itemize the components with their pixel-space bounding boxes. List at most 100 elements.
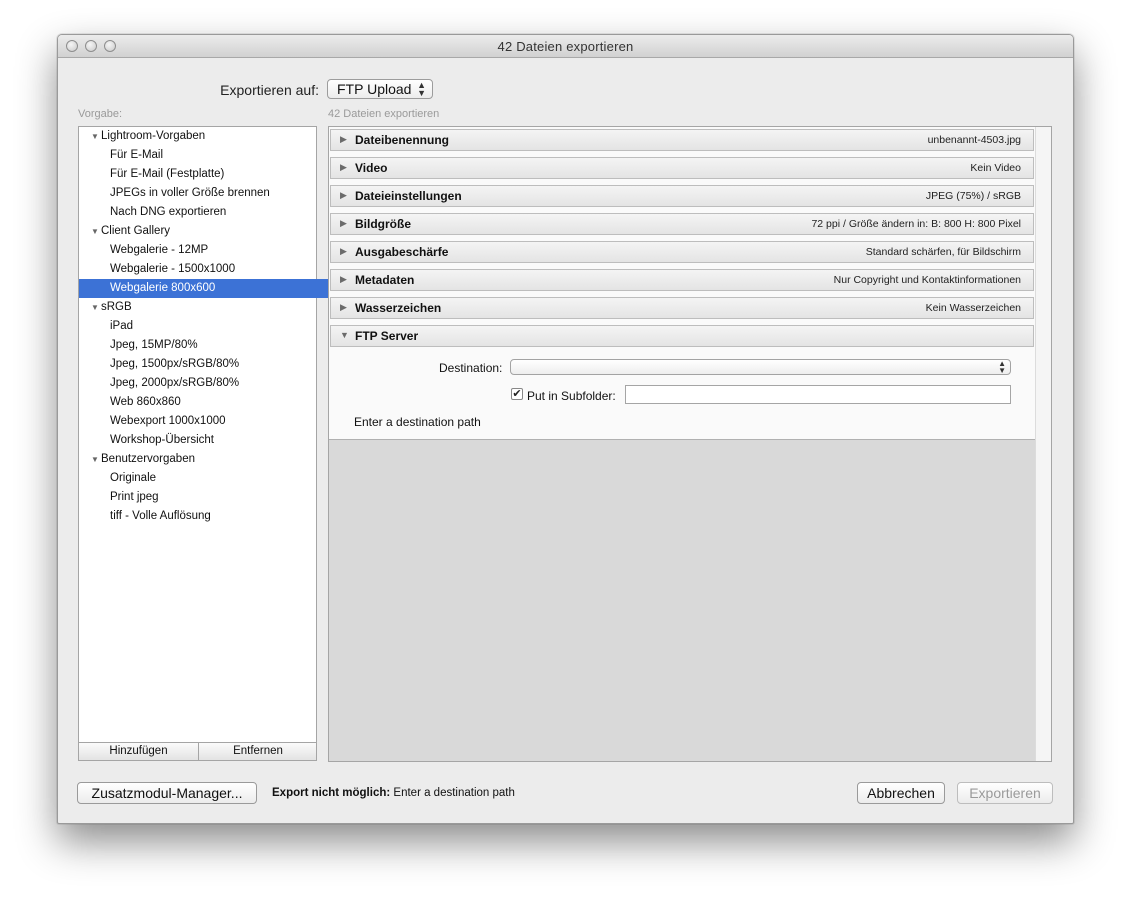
updown-arrows-icon: ▲ ▼: [417, 80, 426, 98]
section-summary: Standard schärfen, für Bildschirm: [865, 246, 1021, 258]
section-title: Ausgabeschärfe: [355, 245, 449, 259]
preset-item[interactable]: JPEGs in voller Größe brennen: [79, 184, 347, 203]
section-header[interactable]: ▶ Ausgabeschärfe Standard schärfen, für Bi…: [330, 241, 1034, 263]
section-header[interactable]: ▶ Metadaten Nur Copyright und Kontaktinfor…: [330, 269, 1034, 291]
preset-label: Für E-Mail: [110, 149, 164, 161]
add-preset-button[interactable]: Hinzufügen: [79, 743, 199, 760]
section-header[interactable]: ▶ Dateieinstellungen JPEG (75%) / sRGB: [330, 185, 1034, 207]
preset-item[interactable]: tiff - Volle Auflösung: [79, 507, 347, 526]
preset-label: Originale: [110, 472, 157, 484]
export-status-message: Enter a destination path: [393, 787, 515, 799]
preset-label: Für E-Mail (Festplatte): [110, 168, 225, 180]
section-summary: 72 ppi / Größe ändern in: B: 800 H: 800 …: [811, 218, 1021, 230]
preset-item[interactable]: Jpeg, 15MP/80%: [79, 336, 347, 355]
panel-header: 42 Dateien exportieren: [328, 108, 440, 120]
disclosure-collapsed-icon[interactable]: ▶: [340, 190, 347, 201]
preset-label: Print jpeg: [110, 491, 159, 503]
disclosure-collapsed-icon[interactable]: ▶: [340, 218, 347, 229]
disclosure-triangle-icon[interactable]: ▼: [91, 127, 101, 146]
window-title: 42 Dateien exportieren: [497, 39, 634, 54]
export-status-label: Export nicht möglich:: [272, 787, 391, 799]
preset-item[interactable]: Workshop-Übersicht: [79, 431, 347, 450]
section-header[interactable]: ▶ Wasserzeichen Kein Wasserzeichen: [330, 297, 1034, 319]
preset-list-buttons: Hinzufügen Entfernen: [78, 742, 317, 761]
export-target-select[interactable]: FTP Upload ▲ ▼: [327, 79, 433, 99]
section-title: Video: [355, 161, 388, 175]
preset-folder[interactable]: ▼ Client Gallery: [79, 222, 328, 241]
settings-sections: Destination: ▲ ▼ ✔ Put in Subfolder: Ente…: [329, 127, 1036, 440]
preset-item[interactable]: Print jpeg: [79, 488, 347, 507]
preset-item[interactable]: Webgalerie 800x600: [79, 279, 347, 298]
preset-label: Web 860x860: [110, 396, 181, 408]
preset-label: Webexport 1000x1000: [110, 415, 226, 427]
preset-label: Webgalerie 800x600: [110, 282, 216, 294]
export-button[interactable]: Exportieren: [957, 782, 1053, 804]
preset-item[interactable]: Jpeg, 1500px/sRGB/80%: [79, 355, 347, 374]
preset-label: Client Gallery: [101, 225, 171, 237]
disclosure-triangle-icon[interactable]: ▼: [91, 222, 101, 241]
section-title: Dateibenennung: [355, 133, 450, 147]
section-summary: Kein Video: [970, 162, 1021, 174]
preset-label: Benutzervorgaben: [101, 453, 195, 465]
destination-hint: Enter a destination path: [354, 415, 481, 429]
plugin-manager-button[interactable]: Zusatzmodul-Manager...: [77, 782, 257, 804]
disclosure-collapsed-icon[interactable]: ▶: [340, 162, 347, 173]
disclosure-expanded-icon[interactable]: ▼: [340, 330, 349, 340]
subfolder-checkbox[interactable]: ✔: [511, 388, 523, 400]
subfolder-input[interactable]: [625, 385, 1011, 404]
section-summary: JPEG (75%) / sRGB: [925, 190, 1021, 202]
export-dialog: 42 Dateien exportieren Exportieren auf: …: [57, 34, 1074, 824]
disclosure-collapsed-icon[interactable]: ▶: [340, 246, 347, 257]
section-summary: unbenannt-4503.jpg: [927, 134, 1021, 146]
section-title: Metadaten: [355, 273, 415, 287]
preset-item[interactable]: Webgalerie - 1500x1000: [79, 260, 347, 279]
disclosure-triangle-icon[interactable]: ▼: [91, 298, 101, 317]
disclosure-collapsed-icon[interactable]: ▶: [340, 274, 347, 285]
section-summary: Nur Copyright und Kontaktinformationen: [833, 274, 1021, 286]
destination-select[interactable]: ▲ ▼: [510, 359, 1011, 375]
section-title: Dateieinstellungen: [355, 189, 462, 203]
section-header[interactable]: ▶ Video Kein Video: [330, 157, 1034, 179]
preset-item[interactable]: Für E-Mail: [79, 146, 347, 165]
title-bar: 42 Dateien exportieren: [58, 35, 1073, 58]
section-header[interactable]: ▼ FTP Server: [330, 325, 1034, 347]
preset-folder[interactable]: ▼ Benutzervorgaben: [79, 450, 328, 469]
section-header[interactable]: ▶ Bildgröße 72 ppi / Größe ändern in: B: 8…: [330, 213, 1034, 235]
preset-item[interactable]: Web 860x860: [79, 393, 347, 412]
preset-item[interactable]: iPad: [79, 317, 347, 336]
export-target-row: Exportieren auf: FTP Upload ▲ ▼: [58, 79, 1073, 101]
preset-label: Jpeg, 15MP/80%: [110, 339, 198, 351]
updown-arrows-icon: ▲ ▼: [998, 359, 1006, 375]
preset-list[interactable]: ▼ Lightroom-Vorgaben Für E-Mail Für E-Mail …: [78, 126, 347, 743]
remove-preset-button[interactable]: Entfernen: [199, 743, 317, 760]
disclosure-collapsed-icon[interactable]: ▶: [340, 302, 347, 313]
preset-label: Jpeg, 2000px/sRGB/80%: [110, 377, 240, 389]
section-title: FTP Server: [355, 329, 419, 343]
disclosure-collapsed-icon[interactable]: ▶: [340, 134, 347, 145]
cancel-button[interactable]: Abbrechen: [857, 782, 945, 804]
preset-item[interactable]: Jpeg, 2000px/sRGB/80%: [79, 374, 347, 393]
preset-label: iPad: [110, 320, 134, 332]
export-status: Export nicht möglich: Enter a destinatio…: [272, 787, 515, 799]
disclosure-triangle-icon[interactable]: ▼: [91, 450, 101, 469]
preset-item[interactable]: Für E-Mail (Festplatte): [79, 165, 347, 184]
destination-label: Destination:: [439, 361, 503, 375]
section-summary: Kein Wasserzeichen: [925, 302, 1021, 314]
section-header[interactable]: ▶ Dateibenennung unbenannt-4503.jpg: [330, 129, 1034, 151]
preset-folder[interactable]: ▼ Lightroom-Vorgaben: [79, 127, 328, 146]
preset-header: Vorgabe:: [78, 108, 123, 120]
section-title: Wasserzeichen: [355, 301, 442, 315]
preset-label: Jpeg, 1500px/sRGB/80%: [110, 358, 240, 370]
preset-item[interactable]: Webexport 1000x1000: [79, 412, 347, 431]
section-title: Bildgröße: [355, 217, 411, 231]
preset-label: sRGB: [101, 301, 132, 313]
preset-folder[interactable]: ▼ sRGB: [79, 298, 328, 317]
preset-item[interactable]: Originale: [79, 469, 347, 488]
preset-label: Workshop-Übersicht: [110, 434, 214, 446]
preset-item[interactable]: Nach DNG exportieren: [79, 203, 347, 222]
export-target-value: FTP Upload: [337, 81, 412, 97]
preset-item[interactable]: Webgalerie - 12MP: [79, 241, 347, 260]
settings-scrollbar[interactable]: [1035, 127, 1051, 761]
preset-label: Lightroom-Vorgaben: [101, 130, 206, 142]
preset-label: JPEGs in voller Größe brennen: [110, 187, 270, 199]
